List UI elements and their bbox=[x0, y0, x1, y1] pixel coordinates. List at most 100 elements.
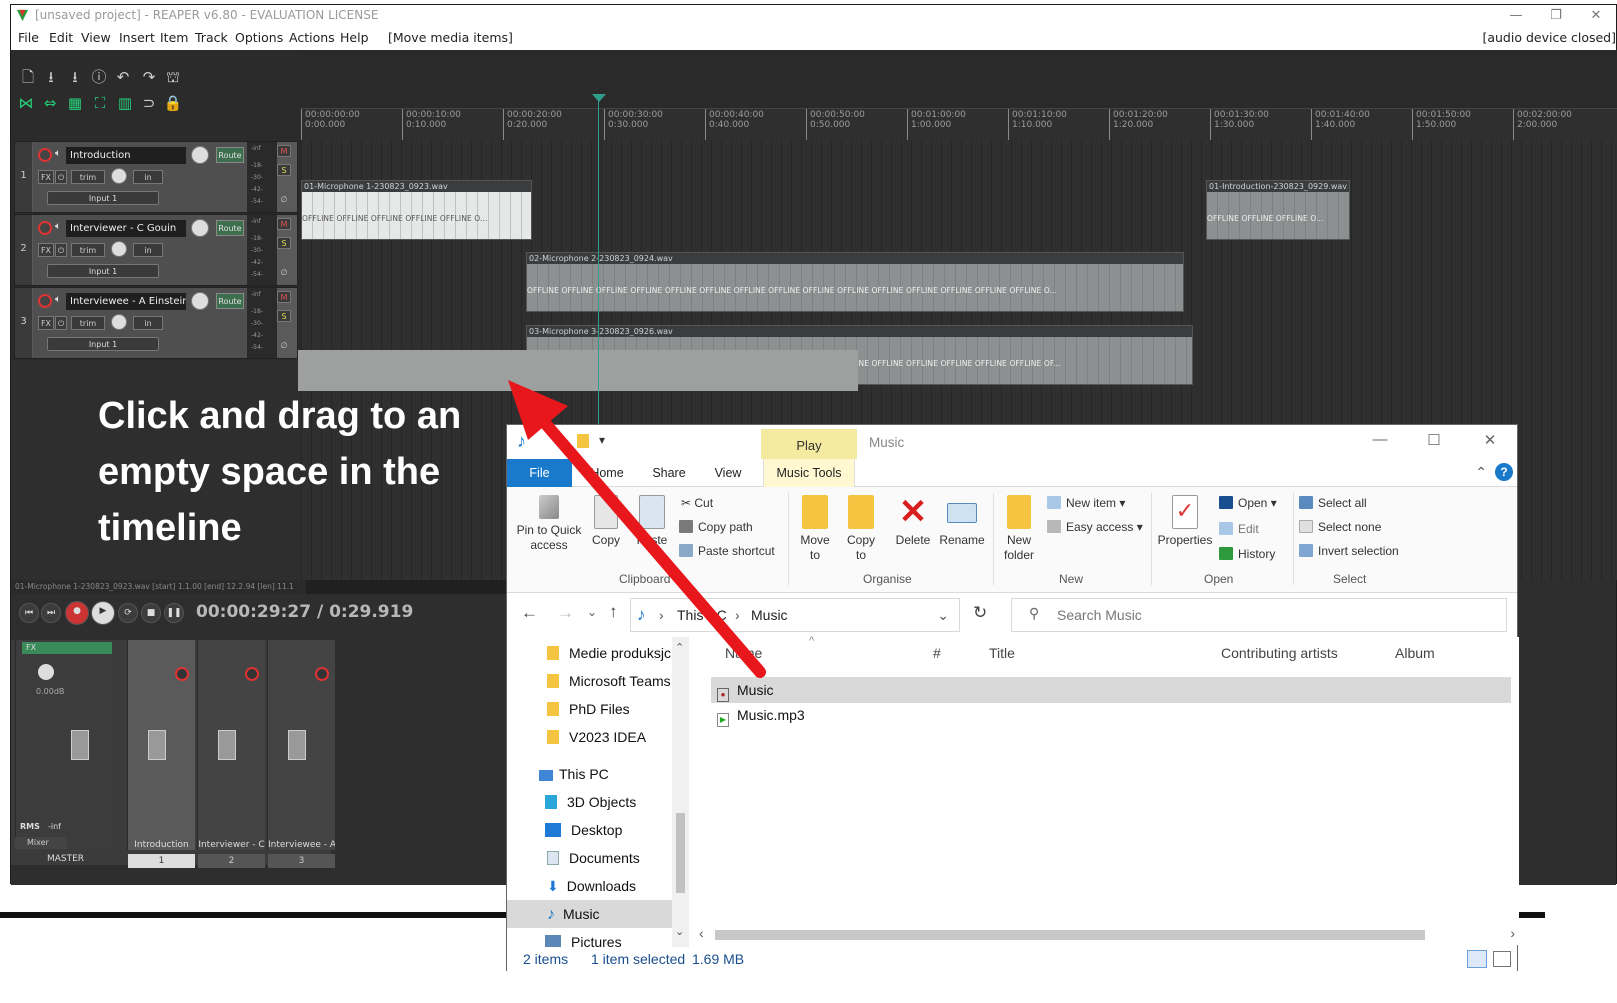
open-button[interactable]: Open ▾ bbox=[1219, 495, 1277, 511]
properties-button[interactable]: ✓ Properties bbox=[1155, 495, 1215, 548]
history-button[interactable]: History bbox=[1219, 546, 1275, 562]
nav-item-documents[interactable]: Documents bbox=[507, 844, 672, 872]
nav-item-teams[interactable]: Microsoft Teams bbox=[507, 667, 672, 695]
master-pan-knob[interactable] bbox=[38, 664, 54, 680]
pan-knob[interactable] bbox=[111, 314, 127, 330]
timeline-ruler[interactable]: 00:00:00:00 0:00.000 00:00:10:00 0:10.000 00… bbox=[301, 108, 1617, 141]
column-header-name[interactable]: Name bbox=[725, 645, 762, 661]
track-3[interactable]: 3 🔈︎ Interviewee - A Einstein Route FX ⏻… bbox=[14, 287, 298, 359]
grid-snap-icon[interactable]: ⋈ bbox=[16, 94, 36, 112]
details-view-icon[interactable] bbox=[1467, 950, 1487, 968]
fx-bypass-icon[interactable]: ⏻ bbox=[55, 243, 67, 257]
pause-icon[interactable]: ❚❚ bbox=[164, 603, 184, 623]
mute-button[interactable]: M bbox=[277, 291, 291, 303]
input-monitor-button[interactable]: in bbox=[133, 316, 163, 330]
paste-shortcut-button[interactable]: Paste shortcut bbox=[679, 543, 775, 559]
input-selector[interactable]: Input 1 bbox=[47, 191, 159, 205]
solo-button[interactable]: S bbox=[277, 164, 291, 176]
new-project-icon[interactable]: 🗋 bbox=[18, 68, 38, 86]
undo-icon[interactable]: ↶ bbox=[113, 68, 133, 86]
route-button[interactable]: Route bbox=[216, 220, 244, 236]
record-arm-button[interactable] bbox=[175, 667, 189, 681]
recent-locations-icon[interactable]: ⌄ bbox=[587, 605, 597, 619]
input-monitor-button[interactable]: in bbox=[133, 170, 163, 184]
column-header-album[interactable]: Album bbox=[1395, 645, 1435, 661]
file-row[interactable]: ▶ Music.mp3 bbox=[711, 702, 1511, 728]
go-to-end-icon[interactable]: ⏭ bbox=[41, 603, 61, 623]
master-fx-button[interactable]: FX bbox=[22, 642, 112, 654]
cut-button[interactable]: ✂ Cut bbox=[681, 495, 713, 511]
record-icon[interactable]: ● bbox=[65, 601, 89, 625]
copy-button[interactable]: Copy bbox=[587, 495, 625, 548]
horizontal-scrollbar[interactable]: ‹ › bbox=[689, 925, 1519, 945]
tab-view[interactable]: View bbox=[703, 459, 753, 487]
mixer-strip-2[interactable]: Interviewer - C 2 bbox=[197, 640, 265, 868]
media-item[interactable]: 01-Introduction-230823_0929.wav OFFLINE … bbox=[1206, 180, 1350, 240]
chevron-down-icon[interactable]: ⌄ bbox=[937, 599, 949, 631]
scroll-left-icon[interactable]: ‹ bbox=[699, 925, 704, 941]
menu-file[interactable]: File bbox=[18, 26, 39, 50]
fx-bypass-icon[interactable]: ⏻ bbox=[55, 316, 67, 330]
fx-button[interactable]: FX bbox=[38, 170, 54, 184]
track-1[interactable]: 1 🔈︎ Introduction Route FX ⏻ trim in Inp… bbox=[14, 141, 298, 213]
close-icon[interactable]: ✕ bbox=[1576, 5, 1616, 26]
paste-button[interactable]: Paste bbox=[631, 495, 673, 548]
nav-item-pictures[interactable]: Pictures bbox=[507, 928, 672, 947]
column-header-contributing-artists[interactable]: Contributing artists bbox=[1221, 645, 1338, 661]
menu-actions[interactable]: Actions bbox=[289, 26, 335, 50]
volume-knob[interactable] bbox=[191, 219, 209, 237]
route-button[interactable]: Route bbox=[216, 147, 244, 163]
record-arm-button[interactable] bbox=[38, 294, 52, 308]
menu-item[interactable]: Item bbox=[160, 26, 188, 50]
menu-help[interactable]: Help bbox=[340, 26, 369, 50]
trim-button[interactable]: trim bbox=[71, 170, 105, 184]
nav-item-desktop[interactable]: Desktop bbox=[507, 816, 672, 844]
pan-knob[interactable] bbox=[111, 168, 127, 184]
help-icon[interactable]: ? bbox=[1495, 463, 1513, 481]
scroll-right-icon[interactable]: › bbox=[1510, 925, 1515, 941]
fx-button[interactable]: FX bbox=[38, 243, 54, 257]
redo-icon[interactable]: ↷ bbox=[139, 68, 159, 86]
tab-file[interactable]: File bbox=[507, 459, 572, 487]
record-arm-button[interactable] bbox=[38, 221, 52, 235]
tab-home[interactable]: Home bbox=[579, 459, 635, 487]
scroll-up-icon[interactable]: ⌃ bbox=[675, 641, 684, 654]
select-none-button[interactable]: Select none bbox=[1299, 519, 1381, 535]
play-context-tab[interactable]: Play bbox=[761, 429, 857, 459]
solo-button[interactable]: S bbox=[277, 237, 291, 249]
loop-icon[interactable]: ⊃ bbox=[139, 94, 159, 112]
phase-icon[interactable]: ∅ bbox=[277, 340, 291, 352]
fx-bypass-icon[interactable]: ⏻ bbox=[55, 170, 67, 184]
nav-item-v2023[interactable]: V2023 IDEA bbox=[507, 723, 672, 751]
route-button[interactable]: Route bbox=[216, 293, 244, 309]
speaker-icon[interactable]: 🔈︎ bbox=[55, 294, 61, 305]
column-header-title[interactable]: Title bbox=[989, 645, 1015, 661]
breadcrumb-this-pc[interactable]: This PC bbox=[677, 599, 727, 631]
play-icon[interactable]: ▶ bbox=[91, 601, 115, 625]
fx-button[interactable]: FX bbox=[38, 316, 54, 330]
go-to-start-icon[interactable]: ⏮ bbox=[19, 603, 39, 623]
save-project-icon[interactable]: ⭳ bbox=[65, 68, 85, 86]
copy-path-button[interactable]: Copy path bbox=[679, 519, 753, 535]
repeat-icon[interactable]: ⟳ bbox=[118, 603, 138, 623]
grid-icon[interactable]: ▦ bbox=[65, 94, 85, 112]
address-box[interactable]: ♪ › This PC › Music ⌄ bbox=[630, 598, 960, 632]
new-item-button[interactable]: New item ▾ bbox=[1047, 495, 1125, 511]
speaker-icon[interactable]: 🔈︎ bbox=[55, 221, 61, 232]
solo-button[interactable]: S bbox=[277, 310, 291, 322]
tab-music-tools[interactable]: Music Tools bbox=[763, 459, 855, 487]
media-item[interactable]: 01-Microphone 1-230823_0923.wav OFFLINE … bbox=[301, 180, 532, 240]
refresh-icon[interactable]: ↻ bbox=[973, 603, 987, 623]
maximize-icon[interactable]: ☐ bbox=[1419, 431, 1449, 449]
horizontal-scrollbar[interactable] bbox=[306, 580, 511, 594]
volume-fader[interactable] bbox=[288, 730, 306, 760]
delete-button[interactable]: ✕ Delete bbox=[893, 495, 933, 548]
volume-fader[interactable] bbox=[218, 730, 236, 760]
phase-icon[interactable]: ∅ bbox=[277, 194, 291, 206]
invert-selection-button[interactable]: Invert selection bbox=[1299, 543, 1399, 559]
ripple-edit-icon[interactable]: ⇔ bbox=[40, 94, 60, 112]
project-settings-icon[interactable]: ⓘ bbox=[89, 68, 109, 86]
nav-item-3d-objects[interactable]: 3D Objects bbox=[507, 788, 672, 816]
rename-button[interactable]: Rename bbox=[937, 495, 987, 548]
nav-item-this-pc[interactable]: This PC bbox=[507, 760, 672, 788]
